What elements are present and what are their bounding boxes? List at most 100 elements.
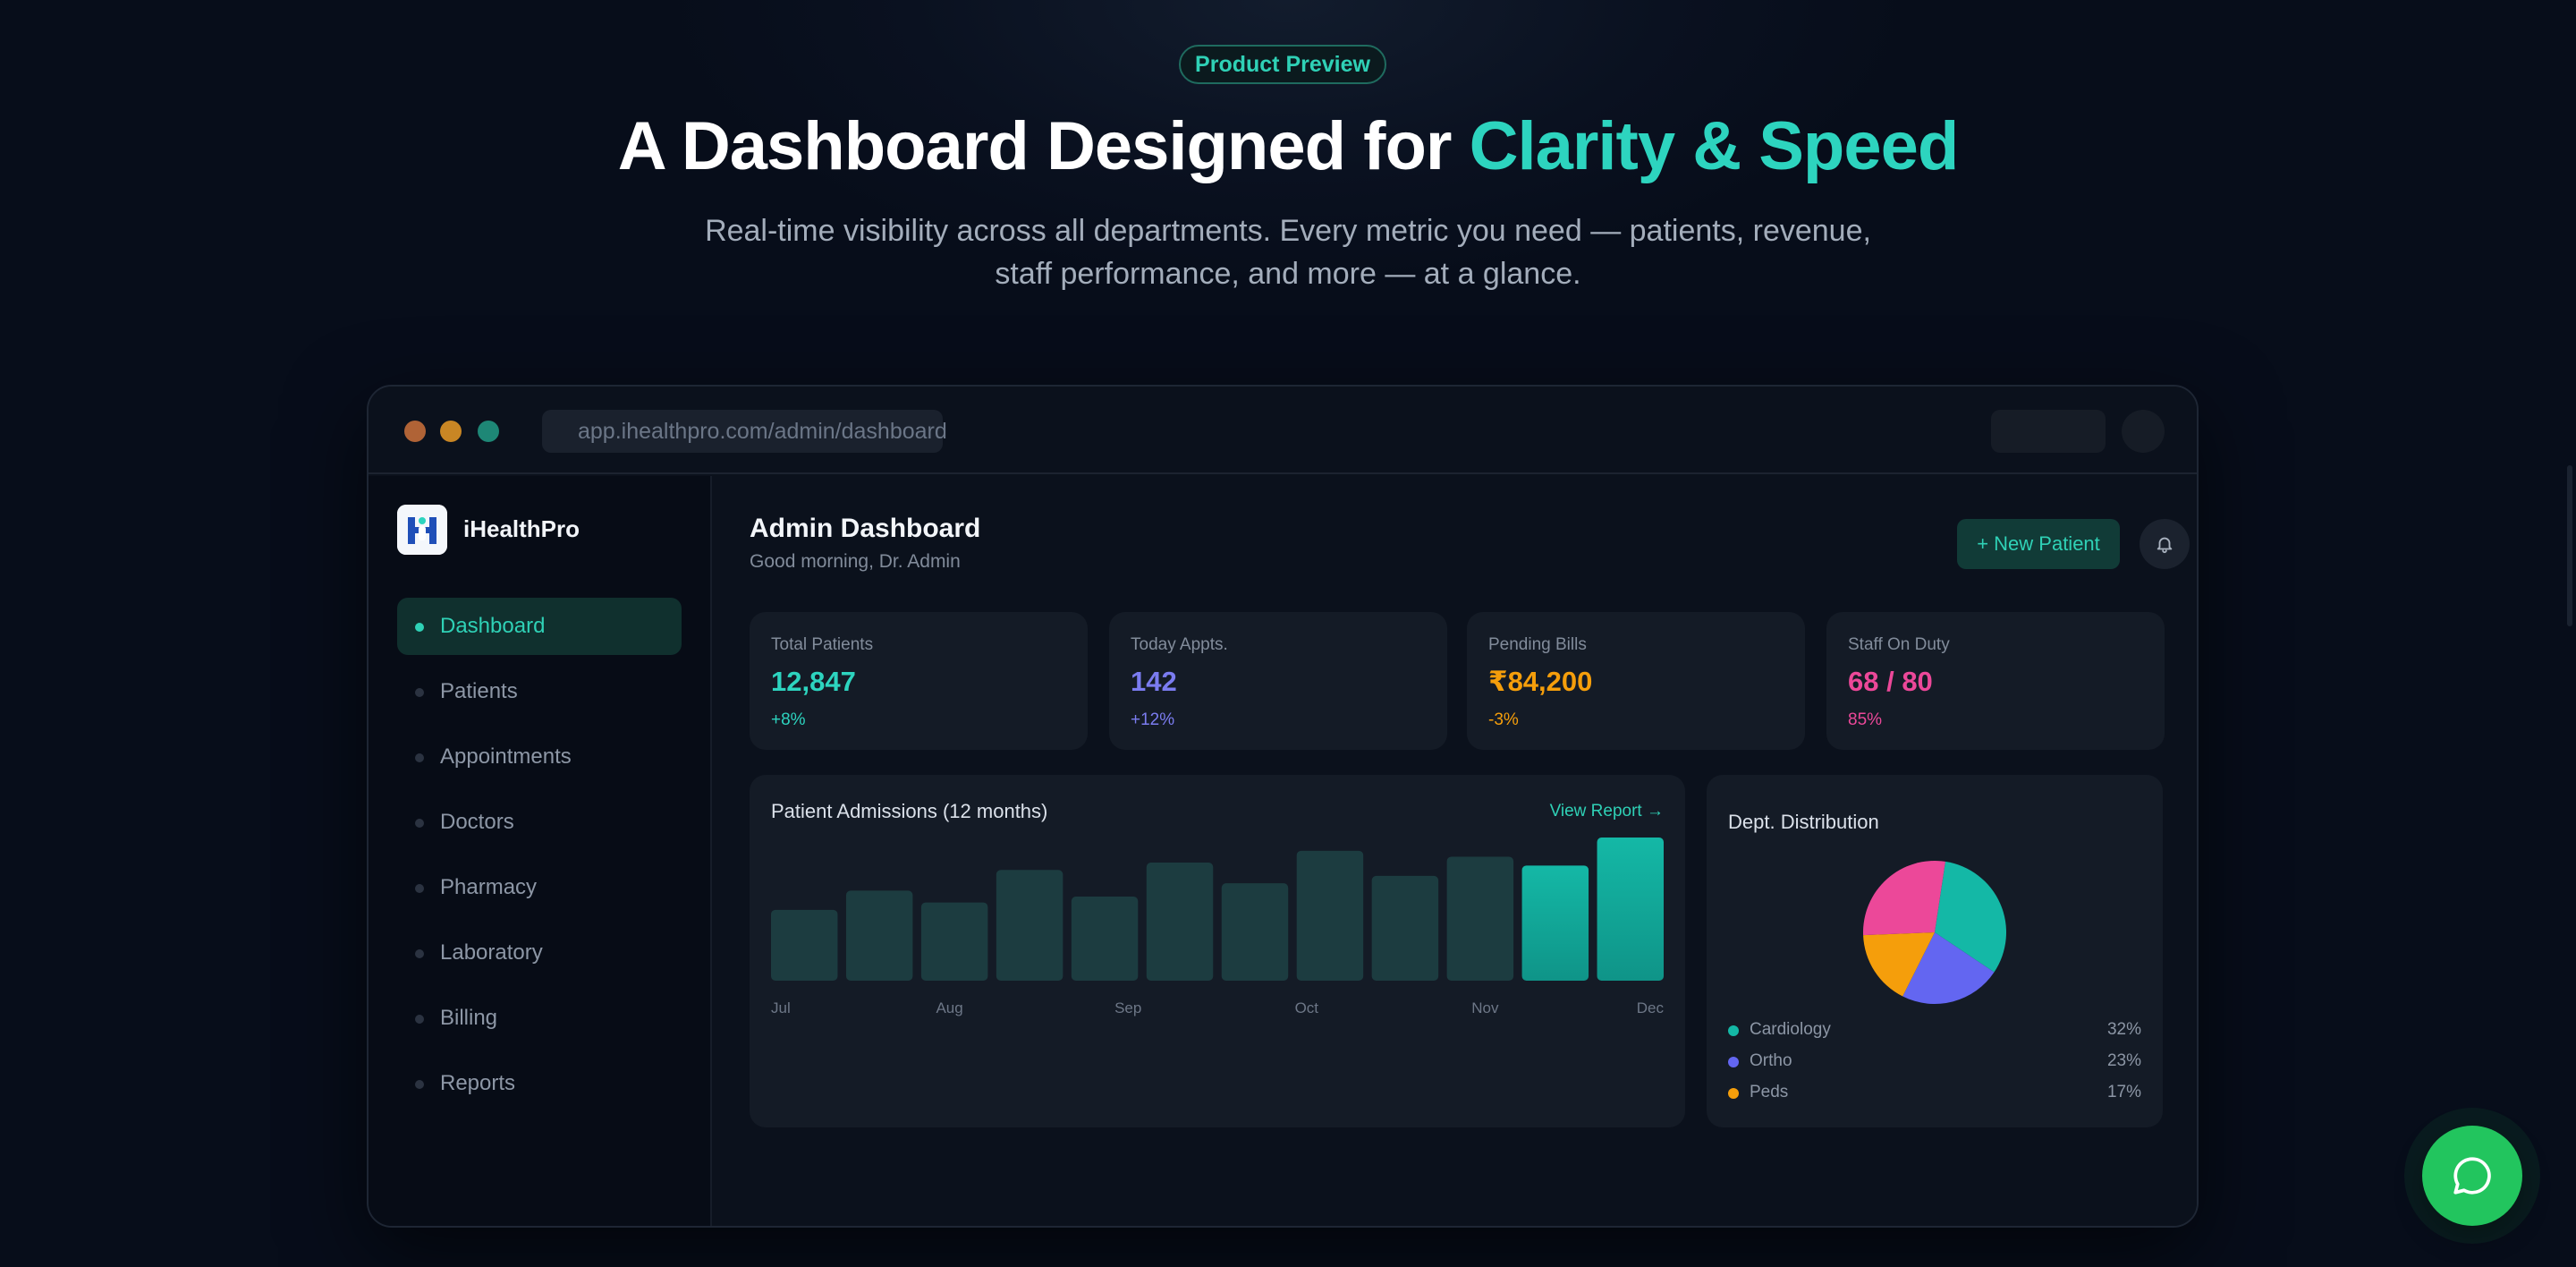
stat-card-pending-bills: Pending Bills ₹84,200 -3% (1467, 612, 1805, 750)
product-preview-badge: Product Preview (1179, 45, 1386, 84)
sidebar-item-label: Reports (440, 1071, 516, 1095)
stat-card-today-appointments: Today Appts. 142 +12% (1109, 612, 1447, 750)
stat-change: 85% (1848, 710, 1883, 729)
brand-name: iHealthPro (463, 515, 580, 542)
greeting-text: Good morning, Dr. Admin (750, 551, 961, 572)
chat-bubble-icon (2453, 1157, 2491, 1195)
bar-month-10 (1446, 856, 1514, 981)
x-tick-label: Aug (936, 999, 962, 1016)
notifications-button[interactable] (2140, 519, 2190, 569)
sidebar-item-label: Appointments (440, 744, 572, 769)
admissions-bar-chart: Jul Aug Sep Oct Nov Dec (771, 838, 1665, 1016)
legend-dot (1728, 1057, 1739, 1067)
legend-row-peds: Peds 17% (1728, 1081, 2141, 1106)
sidebar-item-reports[interactable]: Reports (397, 1055, 682, 1112)
x-tick-label: Jul (771, 999, 791, 1016)
bar-month-4 (996, 870, 1063, 981)
page-scrollbar[interactable] (2567, 465, 2572, 626)
sidebar-item-laboratory[interactable]: Laboratory (397, 924, 682, 982)
sidebar-item-appointments[interactable]: Appointments (397, 728, 682, 786)
nav-bullet-icon (415, 884, 424, 893)
legend-dot (1728, 1088, 1739, 1099)
sidebar-item-label: Patients (440, 679, 518, 703)
headline-main: A Dashboard Designed for (617, 108, 1470, 184)
address-bar: app.ihealthpro.com/admin/dashboard (542, 410, 947, 453)
legend-dot (1728, 1025, 1739, 1036)
admissions-chart-card: Patient Admissions (12 months) View Repo… (750, 775, 1685, 1127)
bar-month-2 (845, 890, 913, 981)
sidebar-item-label: Pharmacy (440, 875, 538, 899)
stat-label: Pending Bills (1488, 635, 1587, 654)
bar-month-5 (1071, 896, 1139, 981)
legend-name: Ortho (1750, 1051, 1792, 1070)
x-tick-label: Dec (1637, 999, 1665, 1016)
dashboard-main: Admin Dashboard Good morning, Dr. Admin … (714, 476, 2197, 1226)
subtitle-line-2: staff performance, and more — at a glanc… (995, 257, 1581, 291)
brand-logo-icon (397, 505, 447, 555)
sidebar-item-doctors[interactable]: Doctors (397, 794, 682, 851)
sidebar-item-dashboard[interactable]: Dashboard (397, 598, 682, 655)
stat-value: ₹84,200 (1488, 666, 1593, 697)
stat-change: +12% (1131, 710, 1175, 729)
nav-bullet-icon (415, 949, 424, 958)
stat-value: 12,847 (771, 666, 856, 697)
chat-button[interactable] (2422, 1126, 2522, 1226)
legend-row-cardiology: Cardiology 32% (1728, 1018, 2141, 1043)
legend-name: Cardiology (1750, 1020, 1831, 1039)
bar-month-12 (1597, 838, 1664, 981)
legend-percent: 17% (2106, 1083, 2141, 1101)
nav-bullet-icon (415, 623, 424, 632)
x-tick-label: Nov (1471, 999, 1499, 1016)
nav-bullet-icon (415, 753, 424, 762)
bar-month-3 (920, 902, 988, 981)
pie-slice-other (1863, 861, 1945, 936)
window-minimize-dot (440, 421, 462, 442)
nav-bullet-icon (415, 688, 424, 697)
sidebar-item-billing[interactable]: Billing (397, 990, 682, 1047)
window-close-dot (404, 421, 426, 442)
x-tick-label: Oct (1295, 999, 1319, 1016)
dept-distribution-card: Dept. Distribution Cardiology 32% Ortho … (1707, 775, 2163, 1127)
stat-change: +8% (771, 710, 806, 729)
sidebar-nav: Dashboard Patients Appointments Doctors … (397, 598, 682, 1120)
subtitle-line-1: Real-time visibility across all departme… (705, 214, 1871, 248)
window-maximize-dot (478, 421, 499, 442)
sidebar-item-label: Laboratory (440, 940, 543, 965)
bar-month-9 (1371, 875, 1439, 981)
stat-card-staff-on-duty: Staff On Duty 68 / 80 85% (1826, 612, 2165, 750)
stat-label: Total Patients (771, 635, 874, 654)
x-tick-label: Sep (1114, 999, 1141, 1016)
bar-month-1 (771, 909, 838, 981)
nav-bullet-icon (415, 1080, 424, 1089)
toolbar-placeholder-avatar (2122, 410, 2165, 453)
sidebar-item-pharmacy[interactable]: Pharmacy (397, 859, 682, 916)
app-sidebar: iHealthPro Dashboard Patients Appointmen… (369, 476, 712, 1226)
stat-card-total-patients: Total Patients 12,847 +8% (750, 612, 1088, 750)
page-title: Admin Dashboard (750, 514, 981, 543)
bar-month-6 (1146, 863, 1214, 981)
stat-label: Staff On Duty (1848, 635, 1950, 654)
stat-value: 142 (1131, 666, 1177, 697)
sidebar-item-label: Billing (440, 1006, 498, 1030)
legend-percent: 32% (2106, 1020, 2141, 1039)
bell-icon (2157, 537, 2173, 554)
legend-percent: 23% (2106, 1051, 2141, 1070)
browser-window-mockup: app.ihealthpro.com/admin/dashboard iHeal… (367, 385, 2199, 1228)
stat-label: Today Appts. (1131, 635, 1228, 654)
headline-accent: Clarity & Speed (1469, 108, 1960, 184)
sidebar-item-patients[interactable]: Patients (397, 663, 682, 720)
bar-month-8 (1296, 850, 1364, 981)
bar-month-11 (1521, 865, 1589, 981)
landing-section: Product Preview A Dashboard Designed for… (0, 0, 2576, 1267)
browser-titlebar: app.ihealthpro.com/admin/dashboard (369, 387, 2197, 474)
legend-name: Peds (1750, 1083, 1789, 1101)
section-subtitle: Real-time visibility across all departme… (662, 209, 1914, 295)
sidebar-item-label: Doctors (440, 810, 514, 834)
bar-month-7 (1221, 883, 1289, 981)
legend-row-ortho: Ortho 23% (1728, 1050, 2141, 1075)
nav-bullet-icon (415, 1015, 424, 1024)
toolbar-placeholder-pill (1991, 410, 2106, 453)
new-patient-button[interactable]: + New Patient (1957, 519, 2120, 569)
section-headline: A Dashboard Designed for Clarity & Speed (0, 107, 2576, 185)
sidebar-item-label: Dashboard (440, 614, 546, 638)
